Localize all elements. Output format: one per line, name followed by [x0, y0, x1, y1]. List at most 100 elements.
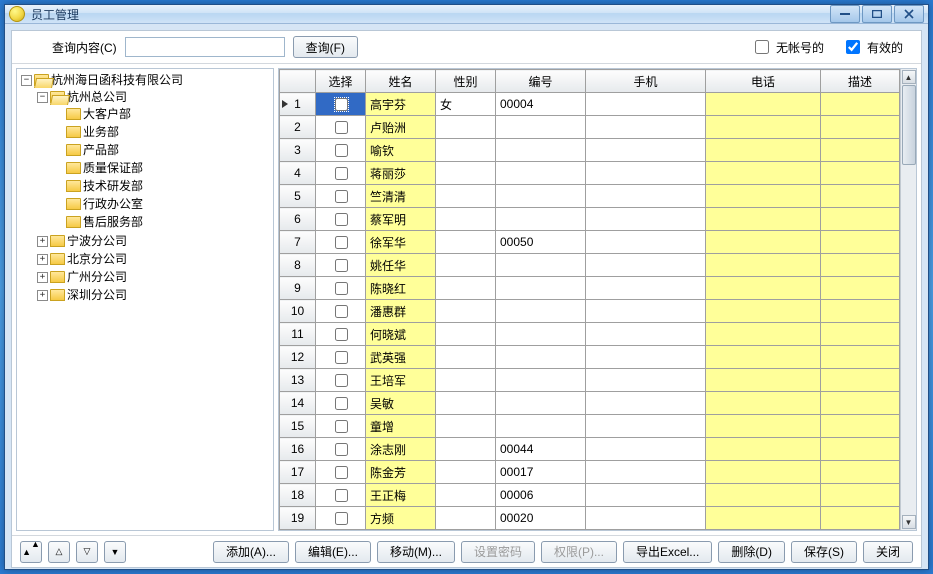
mobile-cell[interactable]: [586, 254, 706, 277]
select-cell[interactable]: [316, 185, 366, 208]
edit-button[interactable]: 编辑(E)...: [295, 541, 371, 563]
desc-cell[interactable]: [821, 323, 900, 346]
row-checkbox[interactable]: [335, 489, 348, 502]
phone-cell[interactable]: [706, 507, 821, 530]
row-header[interactable]: 7: [280, 231, 316, 254]
desc-cell[interactable]: [821, 438, 900, 461]
row-checkbox[interactable]: [335, 236, 348, 249]
mobile-cell[interactable]: [586, 162, 706, 185]
row-header[interactable]: 3: [280, 139, 316, 162]
row-header[interactable]: 18: [280, 484, 316, 507]
minimize-button[interactable]: [830, 5, 860, 23]
row-header[interactable]: 2: [280, 116, 316, 139]
row-checkbox[interactable]: [335, 374, 348, 387]
sex-cell[interactable]: [436, 415, 496, 438]
select-cell[interactable]: [316, 231, 366, 254]
table-row[interactable]: 7徐军华00050: [280, 231, 900, 254]
table-row[interactable]: 9陈晓红: [280, 277, 900, 300]
mobile-cell[interactable]: [586, 323, 706, 346]
table-row[interactable]: 12武英强: [280, 346, 900, 369]
select-cell[interactable]: [316, 507, 366, 530]
mobile-cell[interactable]: [586, 231, 706, 254]
scroll-track[interactable]: [902, 85, 916, 514]
desc-cell[interactable]: [821, 300, 900, 323]
expand-icon[interactable]: +: [37, 290, 48, 301]
add-button[interactable]: 添加(A)...: [213, 541, 289, 563]
org-tree[interactable]: −杭州海日函科技有限公司−杭州总公司大客户部业务部产品部质量保证部技术研发部行政…: [16, 68, 274, 531]
select-cell[interactable]: [316, 369, 366, 392]
row-header[interactable]: 10: [280, 300, 316, 323]
row-checkbox[interactable]: [335, 512, 348, 525]
desc-cell[interactable]: [821, 507, 900, 530]
table-row[interactable]: 15 童增: [280, 415, 900, 438]
code-cell[interactable]: [496, 300, 586, 323]
table-row[interactable]: 6 蔡军明: [280, 208, 900, 231]
mobile-cell[interactable]: [586, 116, 706, 139]
name-cell[interactable]: 蔡军明: [366, 208, 436, 231]
desc-cell[interactable]: [821, 254, 900, 277]
name-cell[interactable]: 卢贻洲: [366, 116, 436, 139]
table-row[interactable]: 16涂志刚00044: [280, 438, 900, 461]
desc-cell[interactable]: [821, 484, 900, 507]
desc-cell[interactable]: [821, 392, 900, 415]
mobile-cell[interactable]: [586, 369, 706, 392]
desc-cell[interactable]: [821, 231, 900, 254]
nav-first-button[interactable]: ▲▲: [20, 541, 42, 563]
code-cell[interactable]: [496, 139, 586, 162]
scroll-up-arrow[interactable]: ▲: [902, 70, 916, 84]
phone-cell[interactable]: [706, 415, 821, 438]
search-input[interactable]: [125, 37, 285, 57]
table-row[interactable]: 13王培军: [280, 369, 900, 392]
table-row[interactable]: 18王正梅00006: [280, 484, 900, 507]
col-desc[interactable]: 描述: [821, 70, 900, 93]
checkbox-valid[interactable]: 有效的: [842, 37, 903, 57]
table-row[interactable]: 17陈金芳00017: [280, 461, 900, 484]
phone-cell[interactable]: [706, 392, 821, 415]
desc-cell[interactable]: [821, 346, 900, 369]
desc-cell[interactable]: [821, 208, 900, 231]
name-cell[interactable]: 高宇芬: [366, 93, 436, 116]
code-cell[interactable]: [496, 185, 586, 208]
tree-node[interactable]: 大客户部: [53, 106, 271, 122]
tree-node[interactable]: 质量保证部: [53, 160, 271, 176]
row-header[interactable]: 15: [280, 415, 316, 438]
row-header[interactable]: 11: [280, 323, 316, 346]
name-cell[interactable]: 方频: [366, 507, 436, 530]
tree-node[interactable]: −杭州总公司: [37, 89, 271, 105]
table-row[interactable]: 5竺清清: [280, 185, 900, 208]
row-checkbox[interactable]: [335, 443, 348, 456]
mobile-cell[interactable]: [586, 484, 706, 507]
row-checkbox[interactable]: [335, 466, 348, 479]
expand-icon[interactable]: +: [37, 272, 48, 283]
desc-cell[interactable]: [821, 277, 900, 300]
code-cell[interactable]: [496, 254, 586, 277]
tree-node[interactable]: +深圳分公司: [37, 287, 271, 303]
phone-cell[interactable]: [706, 484, 821, 507]
sex-cell[interactable]: [436, 116, 496, 139]
desc-cell[interactable]: [821, 93, 900, 116]
select-cell[interactable]: [316, 323, 366, 346]
table-row[interactable]: 19方频00020: [280, 507, 900, 530]
name-cell[interactable]: 童增: [366, 415, 436, 438]
desc-cell[interactable]: [821, 116, 900, 139]
sex-cell[interactable]: [436, 346, 496, 369]
row-checkbox[interactable]: [335, 397, 348, 410]
move-button[interactable]: 移动(M)...: [377, 541, 455, 563]
scroll-thumb[interactable]: [902, 85, 916, 165]
row-header[interactable]: 6: [280, 208, 316, 231]
select-cell[interactable]: [316, 162, 366, 185]
name-cell[interactable]: 王正梅: [366, 484, 436, 507]
name-cell[interactable]: 涂志刚: [366, 438, 436, 461]
table-row[interactable]: 1高宇芬女00004: [280, 93, 900, 116]
row-header[interactable]: 1: [280, 93, 316, 116]
collapse-icon[interactable]: −: [37, 92, 48, 103]
sex-cell[interactable]: [436, 484, 496, 507]
mobile-cell[interactable]: [586, 208, 706, 231]
name-cell[interactable]: 陈金芳: [366, 461, 436, 484]
select-cell[interactable]: [316, 208, 366, 231]
mobile-cell[interactable]: [586, 346, 706, 369]
row-header[interactable]: 5: [280, 185, 316, 208]
row-header[interactable]: 19: [280, 507, 316, 530]
code-cell[interactable]: [496, 392, 586, 415]
col-phone[interactable]: 电话: [706, 70, 821, 93]
